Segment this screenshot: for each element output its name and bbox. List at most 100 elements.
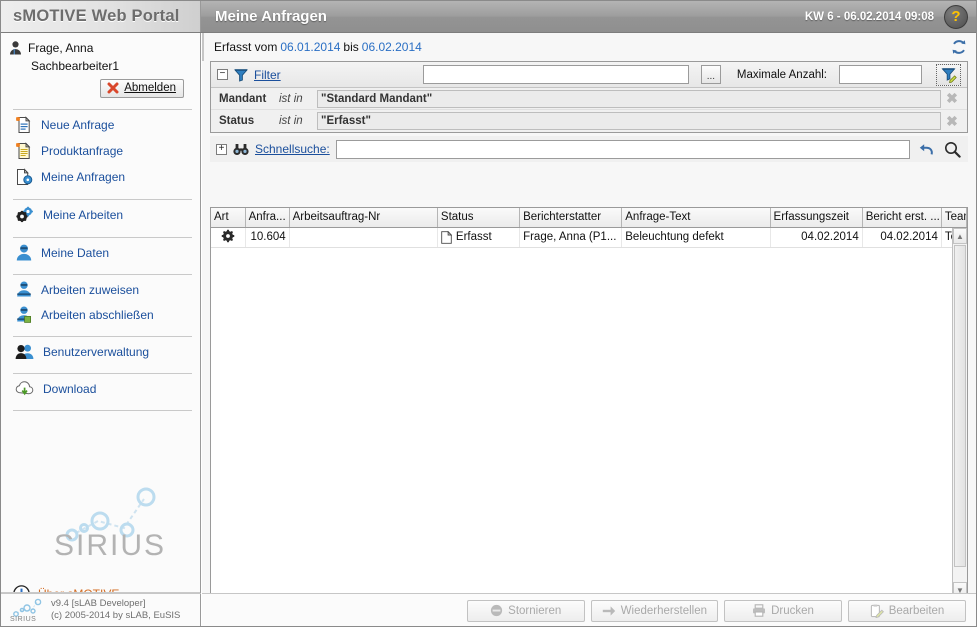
app-brand: sMOTIVE Web Portal: [1, 1, 201, 32]
magnifier-icon[interactable]: [942, 139, 962, 159]
stornieren-button[interactable]: Stornieren: [466, 599, 585, 622]
filter-search-input[interactable]: [422, 65, 689, 84]
filter-browse-button[interactable]: ...: [700, 65, 721, 84]
logout-button[interactable]: Abmelden: [100, 79, 184, 98]
column-header-berichterstatter[interactable]: Berichterstatter: [519, 208, 623, 228]
logout-wrap: Abmelden: [9, 73, 190, 98]
sidebar-item-download[interactable]: Download: [1, 376, 200, 401]
column-header-arbeitsauftrag-nr[interactable]: Arbeitsauftrag-Nr: [289, 208, 438, 228]
results-grid: Art Anfra... Arbeitsauftrag-Nr Status Be…: [210, 207, 968, 599]
quick-search-expand-toggle[interactable]: +: [216, 143, 227, 155]
sidebar-item-meine-arbeiten[interactable]: Meine Arbeiten: [1, 202, 200, 228]
sidebar-item-arbeiten-abschliessen[interactable]: Arbeiten abschließen: [1, 302, 200, 327]
user-data-icon: [15, 244, 33, 261]
filter-collapse-toggle[interactable]: −: [217, 69, 228, 80]
filter-criterion-row: Status ist in "Erfasst" ✖: [211, 110, 967, 132]
sidebar: Frage, Anna Sachbearbeiter1 Abmelden Neu…: [1, 33, 201, 626]
max-count-input[interactable]: [839, 65, 922, 84]
column-header-bericht-erst[interactable]: Bericht erst. ...: [862, 208, 942, 228]
help-button[interactable]: ?: [944, 4, 968, 29]
criterion-value[interactable]: "Erfasst": [317, 112, 941, 130]
wiederherstellen-button[interactable]: Wiederherstellen: [590, 599, 718, 622]
action-footer: Stornieren Wiederherstellen Drucken Bear…: [202, 593, 976, 626]
quick-search-label[interactable]: Schnellsuche:: [255, 142, 330, 156]
version-info: v9.4 [sLAB Developer] (c) 2005-2014 by s…: [51, 598, 180, 622]
refresh-icon[interactable]: [950, 38, 968, 56]
range-to[interactable]: 06.02.2014: [359, 40, 425, 54]
clock-label: KW 6 - 06.02.2014 09:08: [804, 10, 934, 23]
sidebar-item-label: Arbeiten abschließen: [41, 307, 154, 322]
quick-search-input[interactable]: [335, 139, 910, 159]
gear-icon: [15, 206, 35, 224]
product-request-icon: [15, 142, 33, 160]
column-header-art[interactable]: Art: [211, 208, 246, 228]
edit-clipboard-icon: [870, 604, 884, 618]
filter-title[interactable]: Filter: [254, 68, 281, 82]
nav-group-admin: Benutzerverwaltung: [1, 337, 200, 366]
sidebar-footer: SIRIUS v9.4 [sLAB Developer] (c) 2005-20…: [1, 592, 200, 626]
svg-text:SIRIUS: SIRIUS: [54, 529, 166, 562]
sirius-logo: SIRIUS: [1, 463, 200, 583]
quick-search-row: + Schnellsuche:: [210, 136, 968, 162]
column-header-team[interactable]: Team: [941, 208, 968, 228]
nav-group-works: Meine Arbeiten: [1, 200, 200, 230]
scroll-up-button[interactable]: ▲: [953, 228, 967, 244]
sidebar-item-label: Meine Arbeiten: [43, 208, 124, 222]
svg-text:SIRIUS: SIRIUS: [10, 616, 36, 623]
sidebar-item-label: Download: [43, 381, 97, 396]
column-header-anfrage-nr[interactable]: Anfra...: [245, 208, 290, 228]
status-label: Erfasst: [455, 231, 492, 243]
printer-icon: [752, 604, 766, 617]
grid-vertical-scrollbar[interactable]: ▲ ▼: [952, 228, 967, 598]
sidebar-item-label: Meine Daten: [41, 245, 110, 260]
nav-group-download: Download: [1, 374, 200, 403]
cell-art: [211, 227, 246, 248]
criterion-name: Mandant: [219, 92, 267, 105]
app-header: sMOTIVE Web Portal Meine Anfragen KW 6 -…: [1, 1, 976, 33]
user-row: Frage, Anna: [9, 41, 190, 55]
sidebar-item-arbeiten-zuweisen[interactable]: Arbeiten zuweisen: [1, 277, 200, 302]
sidebar-item-meine-anfragen[interactable]: Meine Anfragen: [1, 164, 200, 190]
sidebar-item-produktanfrage[interactable]: Produktanfrage: [1, 138, 200, 164]
remove-criterion-icon[interactable]: ✖: [941, 90, 963, 107]
criterion-operator: ist in: [279, 92, 303, 105]
column-header-erfassungszeit[interactable]: Erfassungszeit: [770, 208, 863, 228]
results-table: Art Anfra... Arbeitsauftrag-Nr Status Be…: [211, 208, 968, 248]
users-icon: [15, 344, 35, 360]
user-name: Frage, Anna: [28, 41, 94, 55]
button-label: Drucken: [771, 604, 814, 617]
sidebar-item-neue-anfrage[interactable]: Neue Anfrage: [1, 112, 200, 138]
bearbeiten-button[interactable]: Bearbeiten: [848, 599, 966, 622]
table-row[interactable]: 10.604 Erfasst Frage, Anna (P1... Beleuc…: [211, 227, 968, 248]
restore-arrow-icon: [602, 605, 616, 617]
column-header-anfrage-text[interactable]: Anfrage-Text: [621, 208, 771, 228]
cell-berichterstatter: Frage, Anna (P1...: [519, 227, 623, 248]
vertical-scroll-thumb[interactable]: [954, 245, 966, 567]
table-header: Art Anfra... Arbeitsauftrag-Nr Status Be…: [211, 208, 968, 228]
app-window: sMOTIVE Web Portal Meine Anfragen KW 6 -…: [0, 0, 977, 627]
undo-icon[interactable]: [916, 139, 936, 159]
range-from[interactable]: 06.01.2014: [277, 40, 343, 54]
column-header-status[interactable]: Status: [437, 208, 521, 228]
table-body: 10.604 Erfasst Frage, Anna (P1... Beleuc…: [211, 227, 968, 248]
user-role: Sachbearbeiter1: [31, 59, 120, 73]
cancel-circle-icon: [490, 604, 503, 617]
cell-arbeitsauftrag-nr: [289, 227, 438, 248]
sidebar-item-benutzerverwaltung[interactable]: Benutzerverwaltung: [1, 339, 200, 364]
criterion-name: Status: [219, 115, 255, 127]
header-right-group: KW 6 - 06.02.2014 09:08 ?: [805, 1, 976, 32]
main-content: Erfasst vom 06.01.2014 bis 06.02.2014 −: [202, 33, 976, 626]
version-line-1: v9.4 [sLAB Developer]: [51, 598, 146, 609]
binoculars-icon: [233, 143, 249, 156]
range-prefix: Erfasst vom: [214, 40, 278, 54]
filter-edit-button[interactable]: [936, 63, 961, 86]
assign-work-icon: [15, 281, 33, 298]
drucken-button[interactable]: Drucken: [724, 599, 842, 622]
criterion-operator: ist in: [279, 115, 303, 127]
remove-criterion-icon[interactable]: ✖: [941, 113, 963, 130]
sidebar-item-meine-daten[interactable]: Meine Daten: [1, 240, 200, 265]
gear-icon: [221, 229, 235, 243]
logout-label: Abmelden: [124, 82, 176, 94]
criterion-value[interactable]: "Standard Mandant": [317, 89, 941, 108]
cell-bericht-erst: 04.02.2014: [862, 227, 942, 248]
